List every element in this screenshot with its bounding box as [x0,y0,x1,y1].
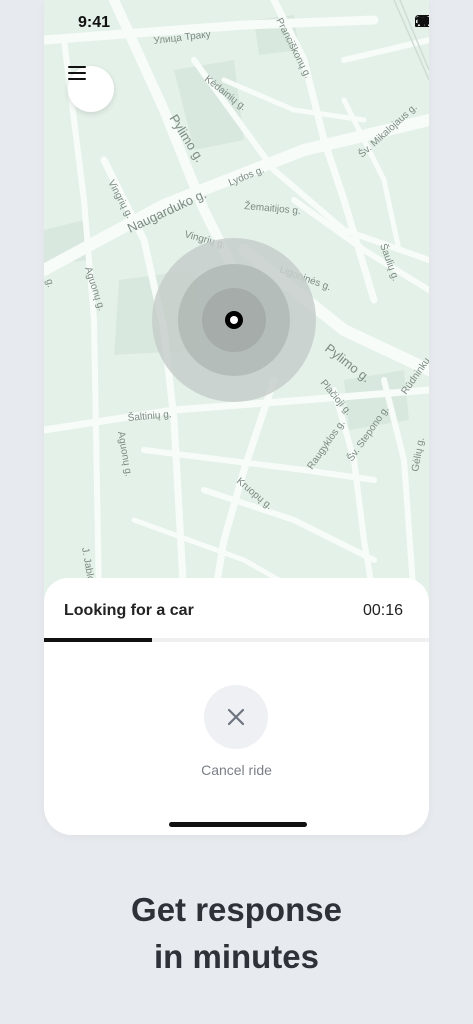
home-indicator [169,822,307,827]
search-progress-bar [44,638,429,642]
status-bar: 9:41 [44,0,429,46]
menu-button[interactable] [68,66,114,112]
battery-icon [415,15,429,27]
cancel-ride-button[interactable] [204,685,268,749]
promo-tagline: Get response in minutes [0,886,473,980]
tagline-line-2: in minutes [153,938,320,975]
status-time: 9:41 [78,14,111,31]
tagline-line-1: Get response [131,891,342,928]
hamburger-icon [68,66,86,80]
phone-screen: Улица Траку Pranciškonų g. Kėdainių g. P… [44,0,429,835]
search-status-title: Looking for a car [64,602,194,619]
close-icon [227,708,245,726]
bottom-sheet: Looking for a car 00:16 Cancel ride [44,578,429,835]
search-progress-fill [44,638,152,642]
location-pin-icon [225,311,243,329]
search-timer: 00:16 [362,602,403,619]
cancel-ride-label[interactable]: Cancel ride [44,762,429,778]
map-view[interactable]: Улица Траку Pranciškonų g. Kėdainių g. P… [44,0,429,600]
